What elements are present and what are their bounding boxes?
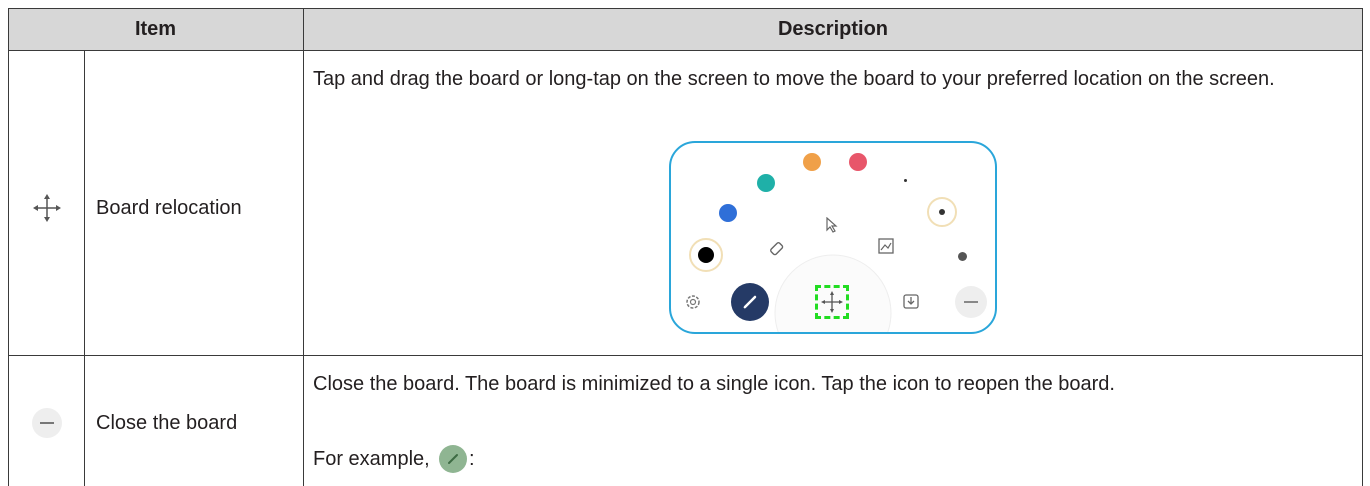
table-border-top <box>8 8 1363 9</box>
move-arrows-icon <box>821 291 843 313</box>
item-column-divider <box>303 8 304 486</box>
color-red <box>849 153 867 171</box>
pen-bubble-pen <box>448 454 458 464</box>
download-icon <box>903 294 919 309</box>
example-prefix: For example, <box>313 448 430 470</box>
example-suffix: : <box>469 448 475 470</box>
size-large <box>958 252 967 261</box>
size-medium <box>939 209 945 215</box>
item-close-the-board: Close the board <box>96 412 238 434</box>
color-teal <box>757 174 775 192</box>
header-description: Description <box>777 18 889 40</box>
header-divider <box>8 50 1363 51</box>
row-divider <box>8 355 1363 356</box>
cursor-icon <box>826 217 838 233</box>
eraser-icon <box>770 242 784 256</box>
color-black <box>698 247 714 263</box>
image-icon <box>878 238 894 254</box>
color-orange <box>803 153 821 171</box>
move-arrows-icon <box>33 194 61 222</box>
settings-icon <box>686 295 700 309</box>
table-border-right <box>1362 8 1363 486</box>
pen-icon <box>743 295 757 309</box>
color-blue <box>719 204 737 222</box>
table-border-left <box>8 8 9 486</box>
description-example: For example, <box>313 446 430 472</box>
item-board-relocation: Board relocation <box>96 197 242 219</box>
size-small <box>904 179 907 182</box>
description-close-the-board: Close the board. The board is minimized … <box>313 373 1115 395</box>
minus-circle-bar <box>40 422 54 424</box>
description-board-relocation: Tap and drag the board or long-tap on th… <box>313 68 1275 90</box>
board-figure <box>669 141 997 334</box>
minus-icon <box>964 301 978 303</box>
icon-column-divider <box>84 50 85 486</box>
header-item: Item <box>134 18 177 40</box>
